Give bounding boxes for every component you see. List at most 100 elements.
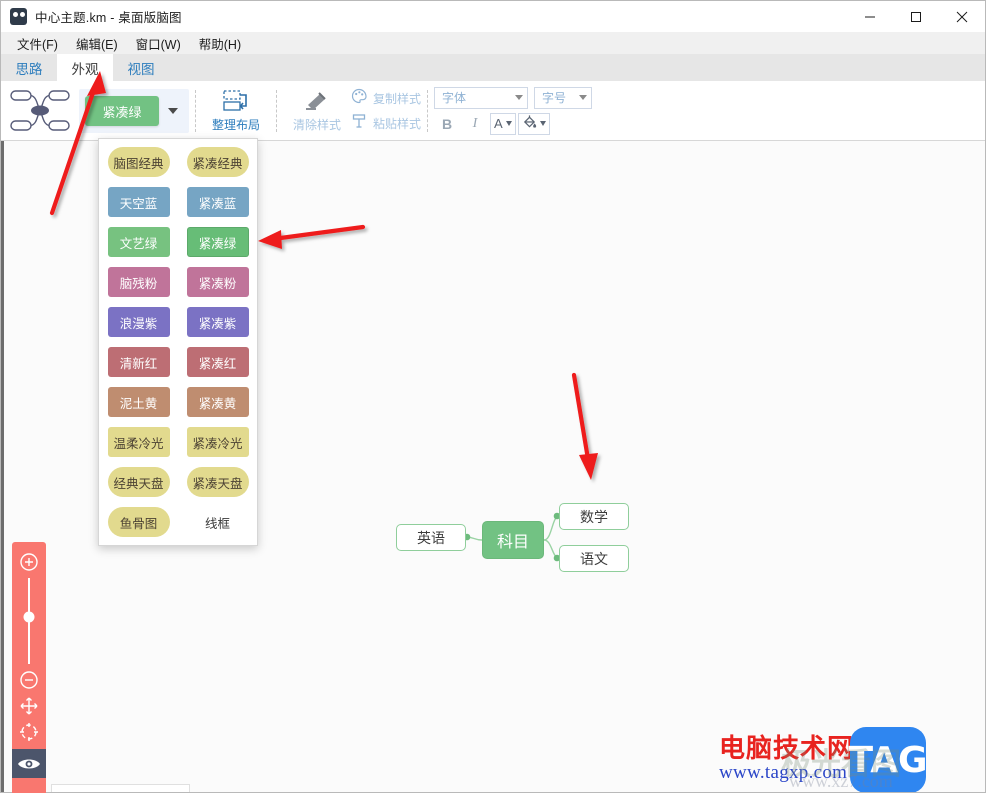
application-window: 中心主题.km - 桌面版脑图 文件(F) 编辑(E) 窗口(W) 帮助(H) … xyxy=(0,0,986,793)
layout-group: 整理布局 xyxy=(202,81,270,141)
font-size-select[interactable]: 字号 xyxy=(534,86,593,109)
theme-chip-jincoujingdian[interactable]: 紧凑经典 xyxy=(186,147,249,177)
italic-button[interactable]: I xyxy=(462,113,488,135)
theme-chip-qingxinhong[interactable]: 清新红 xyxy=(107,347,170,377)
arrange-layout-button[interactable]: 整理布局 xyxy=(202,84,270,138)
theme-selector[interactable]: 紧凑绿 xyxy=(79,89,189,133)
font-row: 字体 字号 xyxy=(434,86,593,109)
theme-chip-naocanfen[interactable]: 脑残粉 xyxy=(107,267,170,297)
theme-chip-jincoulan[interactable]: 紧凑蓝 xyxy=(186,187,249,217)
window-controls xyxy=(847,1,985,32)
chevron-down-icon[interactable] xyxy=(168,108,178,114)
eye-icon[interactable] xyxy=(12,749,46,778)
zoom-in-icon[interactable] xyxy=(18,551,40,573)
chevron-down-icon xyxy=(579,95,588,100)
close-icon[interactable] xyxy=(939,1,985,32)
copy-style-button[interactable]: 复制样式 xyxy=(351,88,421,110)
bold-label: B xyxy=(441,115,453,132)
tab-shiTu[interactable]: 视图 xyxy=(113,54,169,81)
theme-chip-jincoutianpan[interactable]: 紧凑天盘 xyxy=(186,467,249,497)
theme-chip-nituhuang[interactable]: 泥土黄 xyxy=(107,387,170,417)
theme-row: 脑图经典 紧凑经典 xyxy=(99,147,257,179)
theme-row: 脑残粉 紧凑粉 xyxy=(99,267,257,299)
theme-row: 浪漫紫 紧凑紫 xyxy=(99,307,257,339)
font-size-value: 字号 xyxy=(542,91,567,105)
clear-style-brush-icon xyxy=(302,89,332,113)
copy-style-palette-icon xyxy=(351,88,367,109)
style-group: 清除样式 复制样式 粘贴样式 xyxy=(283,81,421,141)
bold-button[interactable]: B xyxy=(434,113,460,135)
theme-chip-jincouhong[interactable]: 紧凑红 xyxy=(186,347,249,377)
tab-waiGuan[interactable]: 外观 xyxy=(57,54,113,81)
theme-row: 温柔冷光 紧凑冷光 xyxy=(99,427,257,459)
theme-row: 经典天盘 紧凑天盘 xyxy=(99,467,257,499)
italic-label: I xyxy=(472,115,478,131)
theme-chip-yugutu[interactable]: 鱼骨图 xyxy=(107,507,170,537)
fill-color-button[interactable] xyxy=(517,112,550,135)
theme-chip-wenyilv[interactable]: 文艺绿 xyxy=(107,227,170,257)
paste-style-button[interactable]: 粘贴样式 xyxy=(351,113,421,135)
minimize-icon[interactable] xyxy=(847,1,893,32)
zoom-toolbar xyxy=(12,542,46,793)
theme-chip-langmanzi[interactable]: 浪漫紫 xyxy=(107,307,170,337)
theme-chip-naotujingdian[interactable]: 脑图经典 xyxy=(107,147,170,177)
divider xyxy=(195,89,196,132)
font-color-glyph: A xyxy=(494,116,503,131)
chevron-down-icon xyxy=(505,121,512,126)
menu-file[interactable]: 文件(F) xyxy=(9,32,66,55)
minimap[interactable] xyxy=(51,784,190,792)
mindmap-structure-icon[interactable] xyxy=(9,85,71,137)
zoom-slider[interactable] xyxy=(23,578,35,664)
theme-chip-xiankuang[interactable]: 线框 xyxy=(187,507,249,537)
arrange-layout-icon xyxy=(222,89,250,113)
clear-style-button[interactable]: 清除样式 xyxy=(283,84,351,138)
font-color-button[interactable]: A xyxy=(490,112,516,135)
theme-chip-jincoulengguang[interactable]: 紧凑冷光 xyxy=(186,427,249,457)
zoom-out-icon[interactable] xyxy=(18,669,40,691)
theme-chip-jingdiantianpan[interactable]: 经典天盘 xyxy=(107,467,170,497)
paste-style-icon xyxy=(351,113,367,134)
ribbon-toolbar: 紧凑绿 整理布局 清除样式 复制样式 粘贴样式 字体 字号 B I A xyxy=(1,81,985,141)
maximize-icon[interactable] xyxy=(893,1,939,32)
font-name-select[interactable]: 字体 xyxy=(434,86,529,109)
ribbon-tab-bar: 思路 外观 视图 xyxy=(1,54,985,81)
move-icon[interactable] xyxy=(18,695,40,717)
theme-row: 文艺绿 紧凑绿 xyxy=(99,227,257,259)
mindmap-node-root[interactable]: 科目 xyxy=(482,521,544,559)
divider xyxy=(427,89,429,132)
theme-row: 清新红 紧凑红 xyxy=(99,347,257,379)
format-row: B I A xyxy=(434,112,592,136)
zoom-slider-knob[interactable] xyxy=(23,611,35,623)
theme-chip-tiankonglan[interactable]: 天空蓝 xyxy=(107,187,170,217)
mindmap-node-chinese[interactable]: 语文 xyxy=(559,545,629,572)
theme-chip-jincoufen[interactable]: 紧凑粉 xyxy=(186,267,249,297)
fill-color-bucket-icon xyxy=(522,114,537,134)
mindmap-node-math[interactable]: 数学 xyxy=(559,503,629,530)
theme-row: 天空蓝 紧凑蓝 xyxy=(99,187,257,219)
font-controls: 字体 字号 B I A xyxy=(434,81,593,141)
font-group: 字体 字号 B I A xyxy=(434,81,593,141)
watermark: 电脑技术网 www.tagxp.com TAG 极光看图 www.xz7.com xyxy=(719,727,928,792)
chevron-down-icon xyxy=(515,95,524,100)
center-target-icon[interactable] xyxy=(18,721,40,743)
theme-row: 鱼骨图 线框 xyxy=(99,507,257,539)
theme-chip-jincouhuang[interactable]: 紧凑黄 xyxy=(186,387,249,417)
theme-row: 泥土黄 紧凑黄 xyxy=(99,387,257,419)
mindmap-owl-icon xyxy=(10,8,27,25)
theme-chip-jincouzi[interactable]: 紧凑紫 xyxy=(186,307,249,337)
style-copy-paste-group: 复制样式 粘贴样式 xyxy=(351,81,421,141)
menu-window[interactable]: 窗口(W) xyxy=(128,32,189,55)
window-title: 中心主题.km - 桌面版脑图 xyxy=(35,11,182,25)
copy-style-label: 复制样式 xyxy=(373,92,422,106)
font-name-value: 字体 xyxy=(442,91,467,105)
theme-chip-wenroulengguang[interactable]: 温柔冷光 xyxy=(107,427,170,457)
clear-style-label: 清除样式 xyxy=(292,118,341,132)
mindmap-node-english[interactable]: 英语 xyxy=(396,524,466,551)
current-theme-button[interactable]: 紧凑绿 xyxy=(85,96,159,126)
tab-siLu[interactable]: 思路 xyxy=(1,54,57,81)
structure-group xyxy=(1,81,71,141)
menu-edit[interactable]: 编辑(E) xyxy=(68,32,126,55)
paste-style-label: 粘贴样式 xyxy=(373,117,422,131)
theme-chip-jincoulv[interactable]: 紧凑绿 xyxy=(186,227,249,257)
menu-help[interactable]: 帮助(H) xyxy=(191,32,249,55)
